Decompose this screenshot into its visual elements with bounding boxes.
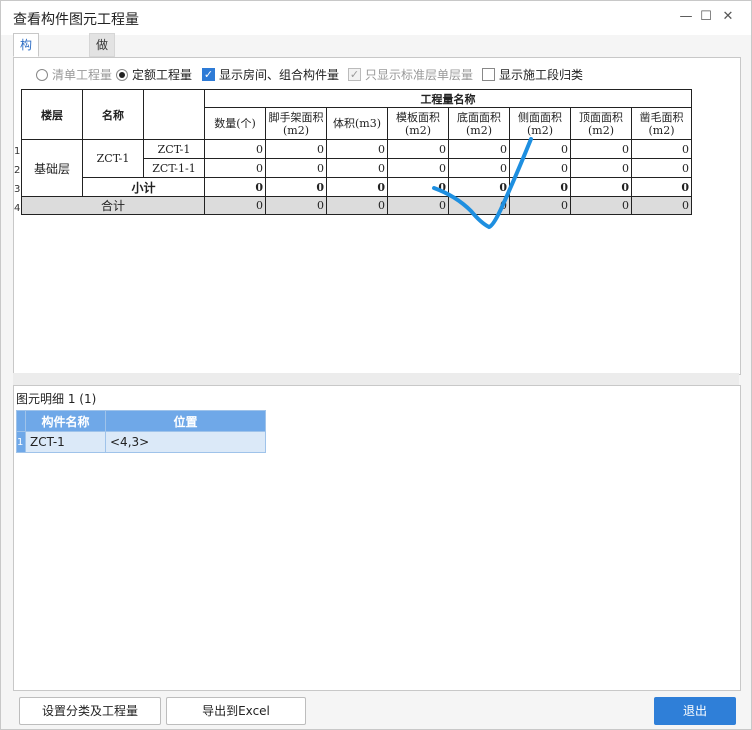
cell-value: 0: [448, 158, 510, 178]
cell-total-label: 合计: [21, 196, 205, 215]
cell-value: 0: [387, 139, 449, 159]
header-metric: 底面面积(m2): [448, 107, 510, 140]
cell-value: 0: [448, 139, 510, 159]
cell-value: 0: [326, 196, 388, 215]
cell-value: 0: [631, 158, 692, 178]
checkbox-disabled-icon: ✓: [348, 68, 361, 81]
cell-sub-name: ZCT-1: [143, 139, 205, 159]
checkbox-std-floor[interactable]: ✓ 只显示标准层单层量: [348, 66, 473, 83]
cell-value: 0: [265, 177, 327, 197]
checkbox-show-rooms[interactable]: ✓ 显示房间、组合构件量: [202, 66, 339, 83]
header-metric: 体积(m3): [326, 107, 388, 140]
detail-cell-position: <4,3>: [105, 431, 266, 453]
checkbox-show-segment[interactable]: 显示施工段归类: [482, 66, 583, 83]
cell-value: 0: [326, 139, 388, 159]
window-title: 查看构件图元工程量: [13, 12, 139, 28]
cell-value: 0: [326, 158, 388, 178]
exit-button[interactable]: 退出: [654, 697, 736, 725]
radio-list-quantity[interactable]: 清单工程量: [36, 66, 112, 83]
header-metric: 脚手架面积(m2): [265, 107, 327, 140]
set-category-button[interactable]: 设置分类及工程量: [19, 697, 161, 725]
header-metric: 模板面积(m2): [387, 107, 449, 140]
cell-floor: 基础层: [21, 139, 83, 197]
cell-value: 0: [204, 139, 266, 159]
cell-value: 0: [570, 196, 632, 215]
header-metric: 凿毛面积(m2): [631, 107, 692, 140]
export-excel-button[interactable]: 导出到Excel: [166, 697, 306, 725]
quantity-table: 楼层 名称 工程量名称 数量(个) 脚手架面积(m2) 体积(m3) 模板面积(…: [21, 89, 692, 215]
row-number-4: 4: [14, 203, 21, 214]
cell-name: ZCT-1: [82, 139, 144, 178]
detail-panel: 图元明细 1 (1) 构件名称 位置 1 ZCT-1 <4,3>: [13, 385, 741, 691]
cell-value: 0: [448, 196, 510, 215]
checkbox-show-segment-label: 显示施工段归类: [499, 68, 584, 82]
title-bar: 查看构件图元工程量 — ☐ ✕: [1, 1, 751, 35]
cell-value: 0: [570, 139, 632, 159]
cell-value: 0: [448, 177, 510, 197]
detail-header-blank: [16, 410, 26, 432]
row-number-2: 2: [14, 165, 21, 176]
cell-value: 0: [204, 196, 266, 215]
cell-subtotal-label: 小计: [82, 177, 205, 197]
table-row[interactable]: 1 ZCT-1 <4,3>: [16, 431, 266, 453]
cell-value: 0: [326, 177, 388, 197]
header-blank: [143, 89, 205, 140]
checkbox-std-floor-label: 只显示标准层单层量: [365, 68, 474, 82]
cell-value: 0: [631, 196, 692, 215]
cell-value: 0: [509, 196, 571, 215]
table-row-subtotal[interactable]: 小计 0 0 0 0 0 0 0 0: [22, 177, 692, 197]
cell-value: 0: [265, 139, 327, 159]
radio-quota-quantity[interactable]: 定额工程量: [116, 66, 192, 83]
radio-quota-label: 定额工程量: [132, 68, 193, 82]
header-metric: 侧面面积(m2): [509, 107, 571, 140]
minimize-icon[interactable]: —: [677, 9, 695, 24]
table-row[interactable]: 基础层 ZCT-1 ZCT-1 0 0 0 0 0 0 0 0: [21, 139, 692, 197]
row-number-1: 1: [14, 146, 21, 157]
detail-title: 图元明细 1 (1): [16, 392, 97, 406]
cell-sub-name: ZCT-1-1: [143, 158, 205, 178]
detail-header-component: 构件名称: [25, 410, 106, 432]
detail-cell-component: ZCT-1: [25, 431, 106, 453]
table-row-total[interactable]: 合计 0 0 0 0 0 0 0 0: [21, 196, 692, 215]
header-metric: 数量(个): [204, 107, 266, 140]
close-icon[interactable]: ✕: [719, 9, 737, 24]
cell-value: 0: [570, 158, 632, 178]
cell-value: 0: [204, 177, 266, 197]
cell-value: 0: [204, 158, 266, 178]
detail-table: 构件名称 位置 1 ZCT-1 <4,3>: [16, 410, 266, 453]
cell-value: 0: [387, 177, 449, 197]
row-number-3: 3: [14, 184, 21, 195]
checkbox-unchecked-icon: [482, 68, 495, 81]
cell-value: 0: [631, 177, 692, 197]
radio-list-label: 清单工程量: [52, 68, 113, 82]
panel-splitter[interactable]: [13, 373, 739, 385]
detail-row-number: 1: [16, 431, 26, 453]
header-name: 名称: [82, 89, 144, 140]
tab-component-quantity[interactable]: 构件工程量: [13, 33, 40, 140]
checkbox-checked-icon: ✓: [202, 68, 215, 81]
quantity-panel: 清单工程量 定额工程量 ✓ 显示房间、组合构件量 ✓ 只显示标准层单层量 显示施…: [13, 57, 741, 375]
cell-value: 0: [509, 177, 571, 197]
radio-list-icon: [36, 68, 48, 81]
dialog-window: 查看构件图元工程量 — ☐ ✕ 构件工程量 做法工程量 清单工程量 定额工程量 …: [0, 0, 752, 730]
cell-value: 0: [265, 158, 327, 178]
maximize-icon[interactable]: ☐: [697, 9, 715, 24]
tab-method-quantity[interactable]: 做法工程量: [89, 33, 116, 140]
header-quantity-group: 工程量名称: [204, 89, 692, 108]
header-metric: 顶面面积(m2): [570, 107, 632, 140]
cell-value: 0: [387, 196, 449, 215]
radio-quota-icon: [116, 68, 128, 81]
cell-value: 0: [570, 177, 632, 197]
cell-value: 0: [387, 158, 449, 178]
cell-value: 0: [509, 139, 571, 159]
detail-header-position: 位置: [105, 410, 266, 432]
cell-value: 0: [265, 196, 327, 215]
cell-value: 0: [509, 158, 571, 178]
checkbox-show-rooms-label: 显示房间、组合构件量: [219, 68, 340, 82]
header-floor: 楼层: [21, 89, 83, 140]
cell-value: 0: [631, 139, 692, 159]
